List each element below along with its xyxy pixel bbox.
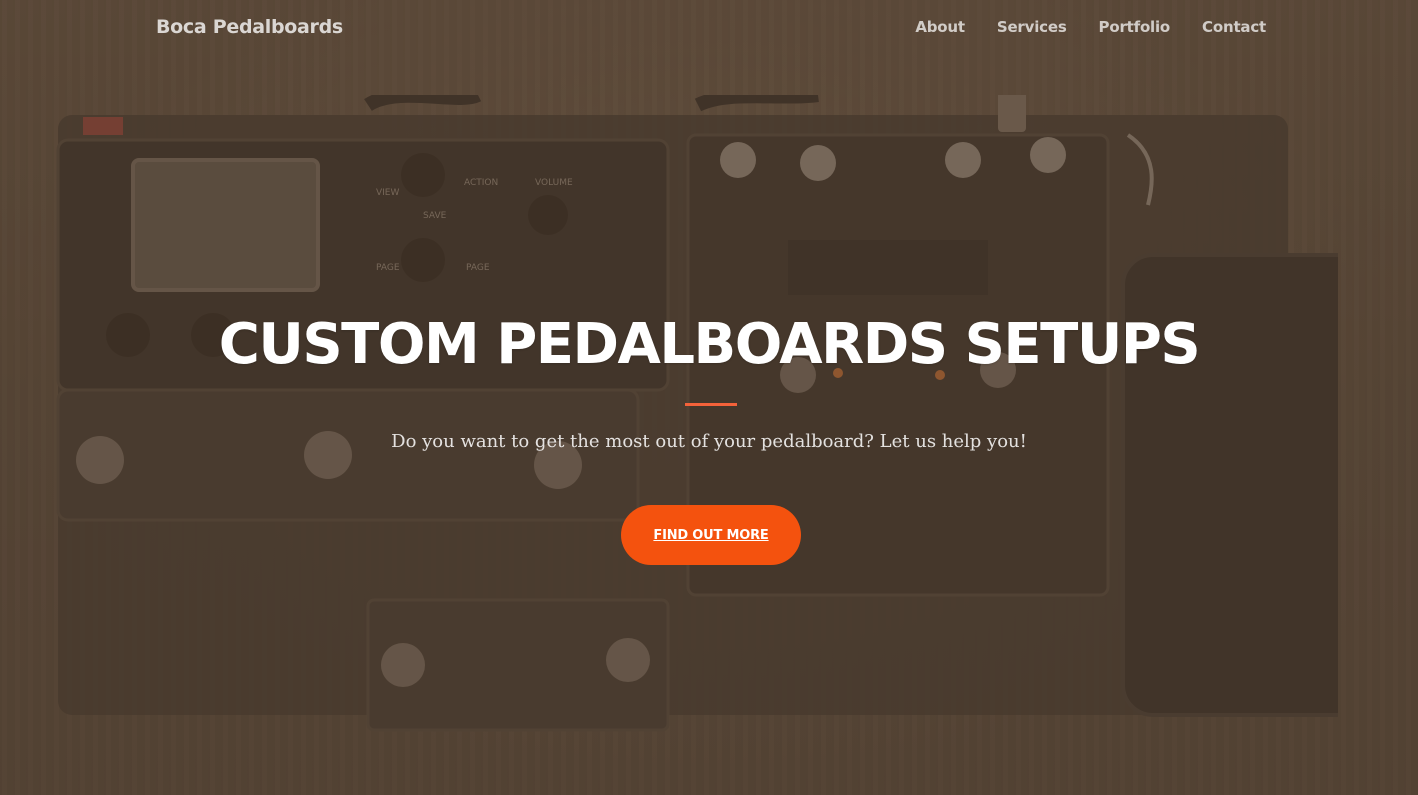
brand-logo-link[interactable]: Boca Pedalboards xyxy=(156,16,343,38)
top-navbar: Boca Pedalboards About Services Portfoli… xyxy=(0,0,1418,56)
nav-link-about[interactable]: About xyxy=(915,18,965,36)
hero-divider xyxy=(685,403,737,406)
hero-title: CUSTOM PEDALBOARDS SETUPS xyxy=(218,312,1201,377)
nav-link-portfolio[interactable]: Portfolio xyxy=(1099,18,1171,36)
hero-section: VIEW ACTION SAVE VOLUME PAGE PAGE xyxy=(0,0,1418,795)
hero-overlay xyxy=(0,0,1418,795)
nav-links: About Services Portfolio Contact xyxy=(915,18,1266,36)
nav-link-contact[interactable]: Contact xyxy=(1202,18,1266,36)
nav-link-services[interactable]: Services xyxy=(997,18,1067,36)
find-out-more-button[interactable]: FIND OUT MORE xyxy=(621,505,801,565)
hero-subtitle: Do you want to get the most out of your … xyxy=(391,431,1027,452)
